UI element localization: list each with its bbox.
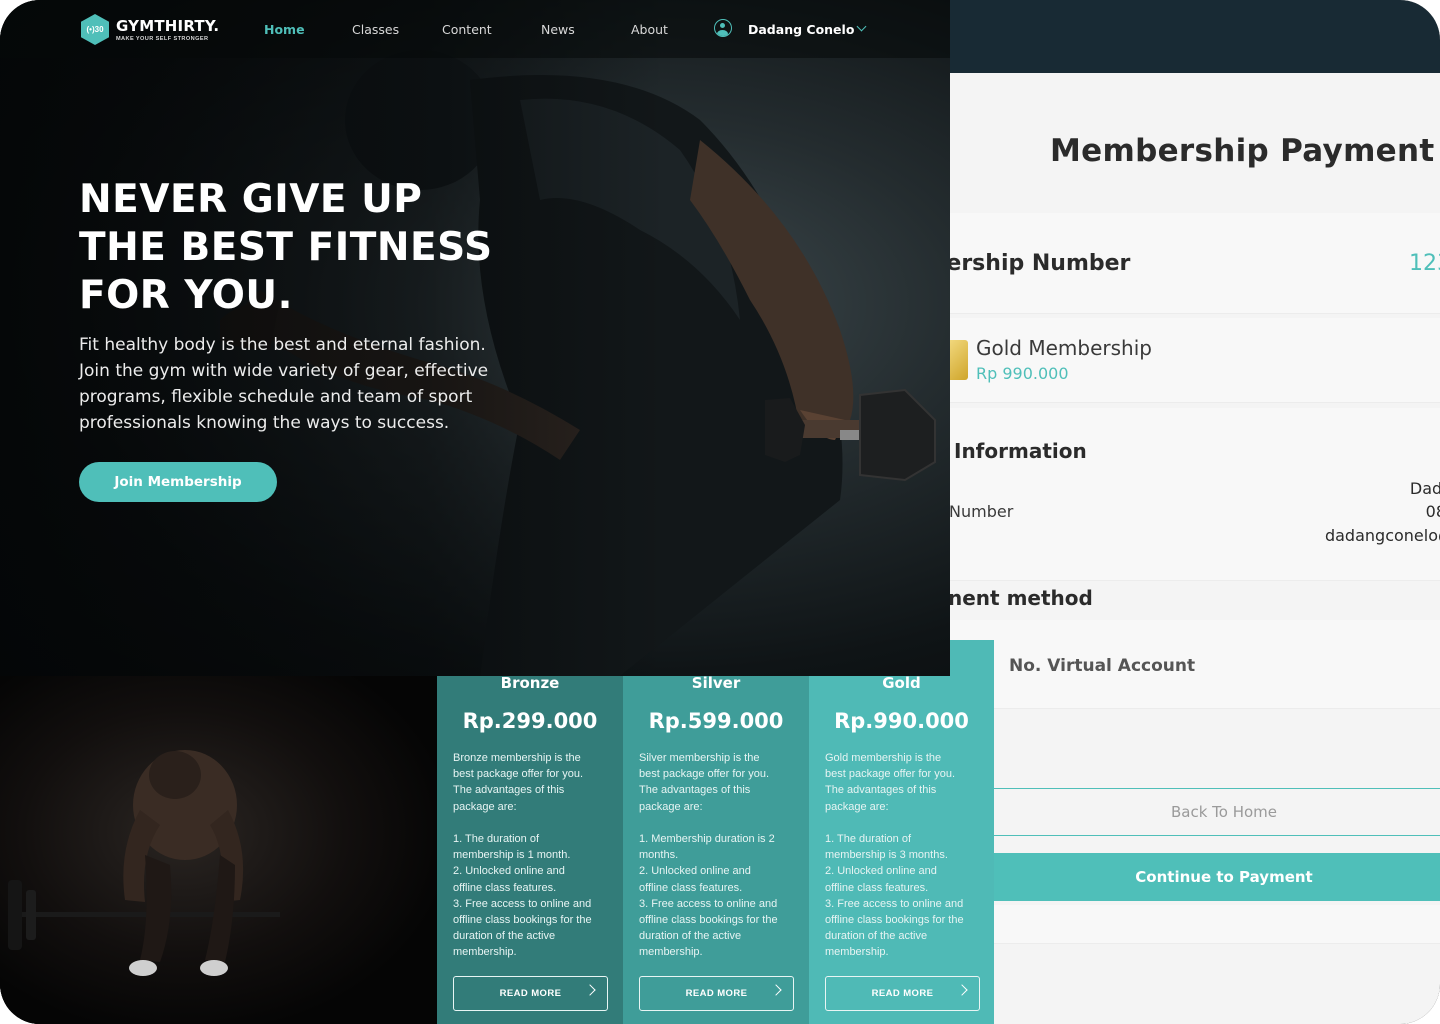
continue-to-payment-button[interactable]: Continue to Payment — [994, 853, 1440, 901]
payment-title: Membership Payment — [1050, 133, 1435, 169]
mockup-frame: Membership Payment nbership Number 123 G… — [0, 0, 1440, 1024]
back-to-home-button[interactable]: Back To Home — [994, 788, 1440, 836]
virtual-account-label[interactable]: No. Virtual Account — [1009, 656, 1195, 676]
number-label: Number — [949, 502, 1014, 521]
headline-line: THE BEST FITNESS — [79, 225, 493, 270]
plan-price: Rp.599.000 — [648, 709, 784, 733]
plan-column-bronze: Bronze Rp.299.000 Bronze membership is t… — [437, 640, 623, 1024]
nav-content[interactable]: Content — [442, 22, 492, 37]
plan-features: 1. The duration of membership is 3 month… — [825, 833, 964, 959]
information-heading: Information — [954, 439, 1087, 463]
plan-description: Gold membership is the best package offe… — [825, 752, 956, 813]
plan-name: Bronze — [500, 674, 560, 692]
membership-number-value: 123 — [1409, 251, 1440, 276]
plan-price: Rp.990.000 — [834, 709, 969, 733]
read-more-label: READ MORE — [871, 988, 934, 999]
chevron-down-icon[interactable] — [856, 21, 867, 32]
read-more-label: READ MORE — [685, 988, 748, 999]
chevron-right-icon — [956, 984, 968, 996]
read-more-label: READ MORE — [499, 988, 562, 999]
top-navigation: (•)30 GYMTHIRTY. MAKE YOUR SELF STRONGER… — [0, 0, 950, 58]
nav-home[interactable]: Home — [264, 22, 305, 37]
plan-features: 1. Membership duration is 2 months. 2. U… — [639, 833, 778, 959]
pricing-page: Bronze Rp.299.000 Bronze membership is t… — [0, 640, 994, 1024]
join-membership-button[interactable]: Join Membership — [79, 462, 277, 502]
logo-icon[interactable]: (•)30 — [81, 14, 109, 45]
logo-name[interactable]: GYMTHIRTY. — [116, 17, 219, 35]
read-more-button[interactable]: READ MORE — [639, 976, 794, 1011]
hero-subtext: Fit healthy body is the best and eternal… — [79, 335, 489, 433]
plan-description: Silver membership is the best package of… — [639, 752, 770, 813]
nav-news[interactable]: News — [541, 22, 575, 37]
chevron-right-icon — [584, 984, 596, 996]
hero-headline: NEVER GIVE UP THE BEST FITNESS FOR YOU. — [79, 176, 493, 320]
package-name: Gold Membership — [976, 336, 1152, 360]
package-price: Rp 990.000 — [976, 364, 1069, 383]
plan-name: Gold — [882, 674, 921, 692]
read-more-button[interactable]: READ MORE — [453, 976, 608, 1011]
user-circle-icon[interactable] — [714, 19, 732, 37]
user-name[interactable]: Dadang Conelo — [748, 22, 854, 37]
athlete-photo — [0, 640, 437, 1024]
nav-classes[interactable]: Classes — [352, 22, 399, 37]
headline-line: FOR YOU. — [79, 273, 293, 318]
payment-method-heading: nent method — [948, 586, 1093, 610]
plan-description: Bronze membership is the best package of… — [453, 752, 584, 813]
info-name-value: Dada — [1409, 479, 1440, 498]
chevron-right-icon — [770, 984, 782, 996]
plan-column-silver: Silver Rp.599.000 Silver membership is t… — [623, 640, 809, 1024]
plan-features: 1. The duration of membership is 1 month… — [453, 833, 592, 959]
headline-line: NEVER GIVE UP — [79, 177, 423, 222]
plan-column-gold: Gold Rp.990.000 Gold membership is the b… — [809, 640, 994, 1024]
plan-name: Silver — [691, 674, 741, 692]
logo-tagline: MAKE YOUR SELF STRONGER — [116, 36, 209, 42]
hero-page: (•)30 GYMTHIRTY. MAKE YOUR SELF STRONGER… — [0, 0, 950, 676]
nav-about[interactable]: About — [631, 22, 668, 37]
read-more-button[interactable]: READ MORE — [825, 976, 980, 1011]
info-number-value: 08 — [1425, 502, 1440, 521]
info-email-value: dadangconelo@ — [1324, 526, 1440, 545]
plan-price: Rp.299.000 — [462, 709, 598, 733]
